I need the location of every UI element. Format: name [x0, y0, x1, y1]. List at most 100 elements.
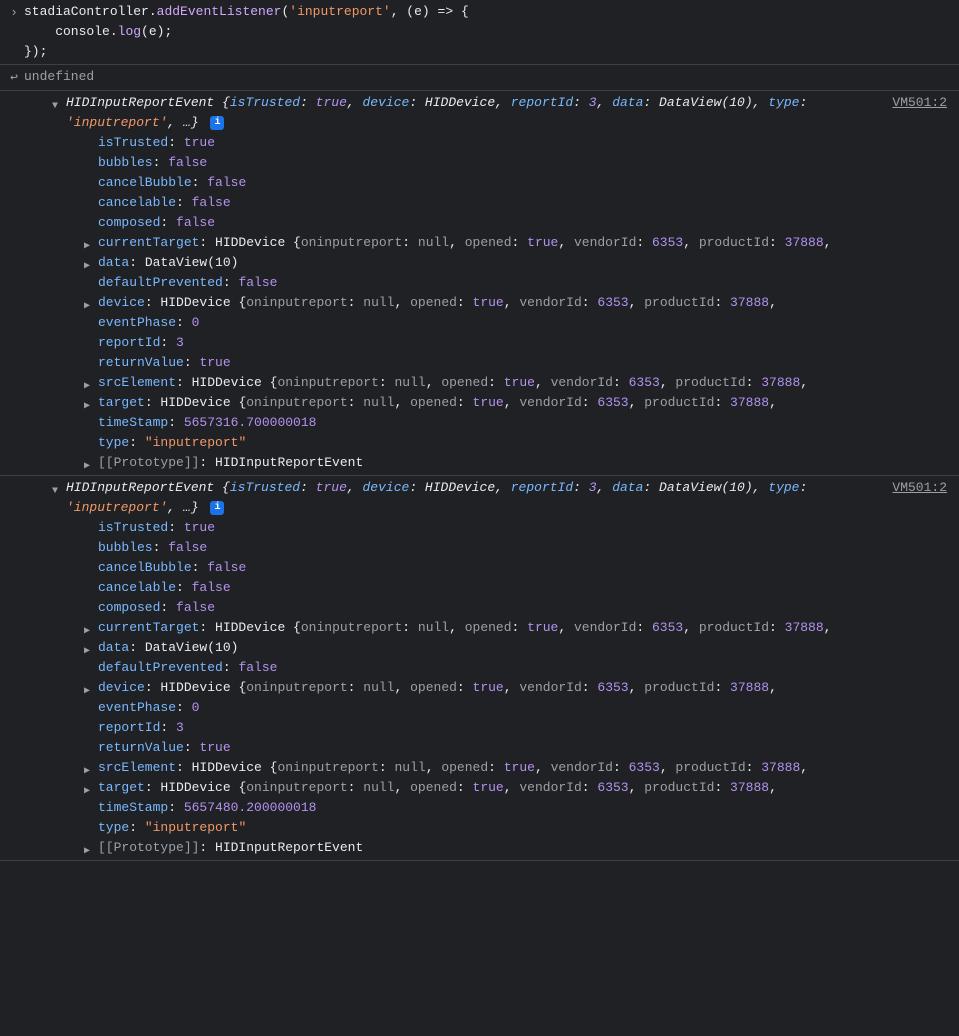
console-input-code[interactable]: stadiaController.addEventListener('input… [24, 2, 959, 62]
object-property: bubbles: false [84, 538, 955, 558]
object-property: bubbles: false [84, 153, 955, 173]
property-value: HIDDevice {oninputreport: null, opened: … [192, 760, 808, 775]
disclosure-triangle-right-icon[interactable]: ▶ [84, 682, 90, 698]
object-property[interactable]: ▶data: DataView(10) [84, 638, 955, 658]
object-property: type: "inputreport" [84, 433, 955, 453]
property-key: cancelBubble [98, 175, 192, 190]
object-property: returnValue: true [84, 738, 955, 758]
property-key: [[Prototype]] [98, 455, 199, 470]
property-key: defaultPrevented [98, 660, 223, 675]
object-property[interactable]: ▶device: HIDDevice {oninputreport: null,… [84, 293, 955, 313]
object-property: isTrusted: true [84, 133, 955, 153]
property-key: defaultPrevented [98, 275, 223, 290]
object-property: eventPhase: 0 [84, 698, 955, 718]
console-log-row: VM501:2 ▼ HIDInputReportEvent {isTrusted… [0, 476, 959, 861]
property-value: false [168, 155, 207, 170]
object-property: composed: false [84, 213, 955, 233]
property-value: false [176, 215, 215, 230]
disclosure-triangle-right-icon[interactable]: ▶ [84, 237, 90, 253]
property-key: type [98, 820, 129, 835]
disclosure-triangle-down-icon[interactable]: ▼ [52, 97, 58, 117]
result-value: undefined [24, 69, 94, 84]
property-value: false [168, 540, 207, 555]
object-property: cancelBubble: false [84, 173, 955, 193]
object-property: defaultPrevented: false [84, 273, 955, 293]
property-value: false [192, 580, 231, 595]
property-value: 3 [176, 720, 184, 735]
disclosure-triangle-right-icon[interactable]: ▶ [84, 297, 90, 313]
property-key: bubbles [98, 155, 153, 170]
property-value: false [238, 275, 277, 290]
property-key: cancelable [98, 195, 176, 210]
disclosure-triangle-down-icon[interactable]: ▼ [52, 482, 58, 502]
property-key: isTrusted [98, 520, 168, 535]
property-key: returnValue [98, 740, 184, 755]
disclosure-triangle-right-icon[interactable]: ▶ [84, 457, 90, 473]
property-value: 3 [176, 335, 184, 350]
object-summary[interactable]: ▼ HIDInputReportEvent {isTrusted: true, … [52, 93, 955, 133]
property-key: reportId [98, 720, 160, 735]
object-property: cancelBubble: false [84, 558, 955, 578]
object-property[interactable]: ▶srcElement: HIDDevice {oninputreport: n… [84, 758, 955, 778]
disclosure-triangle-right-icon[interactable]: ▶ [84, 782, 90, 798]
property-key: target [98, 395, 145, 410]
property-key: returnValue [98, 355, 184, 370]
property-value: DataView(10) [145, 640, 239, 655]
console-log-row: VM501:2 ▼ HIDInputReportEvent {isTrusted… [0, 91, 959, 476]
property-key: cancelable [98, 580, 176, 595]
object-property[interactable]: ▶[[Prototype]]: HIDInputReportEvent [84, 838, 955, 858]
property-value: 0 [192, 315, 200, 330]
property-key: target [98, 780, 145, 795]
property-value: HIDDevice {oninputreport: null, opened: … [215, 620, 831, 635]
property-key: srcElement [98, 375, 176, 390]
property-value: "inputreport" [145, 820, 246, 835]
object-property[interactable]: ▶data: DataView(10) [84, 253, 955, 273]
property-value: HIDDevice {oninputreport: null, opened: … [160, 680, 776, 695]
property-key: eventPhase [98, 315, 176, 330]
disclosure-triangle-right-icon[interactable]: ▶ [84, 377, 90, 393]
object-property[interactable]: ▶target: HIDDevice {oninputreport: null,… [84, 778, 955, 798]
disclosure-triangle-right-icon[interactable]: ▶ [84, 642, 90, 658]
property-value: false [207, 560, 246, 575]
property-key: srcElement [98, 760, 176, 775]
disclosure-triangle-right-icon[interactable]: ▶ [84, 842, 90, 858]
property-key: eventPhase [98, 700, 176, 715]
property-key: timeStamp [98, 800, 168, 815]
property-key: data [98, 640, 129, 655]
info-badge-icon[interactable]: i [210, 501, 224, 515]
info-badge-icon[interactable]: i [210, 116, 224, 130]
property-value: true [199, 355, 230, 370]
object-property: cancelable: false [84, 578, 955, 598]
disclosure-triangle-right-icon[interactable]: ▶ [84, 397, 90, 413]
object-summary[interactable]: ▼ HIDInputReportEvent {isTrusted: true, … [52, 478, 955, 518]
disclosure-triangle-right-icon[interactable]: ▶ [84, 257, 90, 273]
property-value: HIDDevice {oninputreport: null, opened: … [160, 780, 776, 795]
object-property: returnValue: true [84, 353, 955, 373]
object-property: eventPhase: 0 [84, 313, 955, 333]
property-value: false [192, 195, 231, 210]
console-input-row: › stadiaController.addEventListener('inp… [0, 0, 959, 65]
property-value: 5657316.700000018 [184, 415, 317, 430]
property-key: currentTarget [98, 620, 199, 635]
object-property[interactable]: ▶[[Prototype]]: HIDInputReportEvent [84, 453, 955, 473]
object-property[interactable]: ▶target: HIDDevice {oninputreport: null,… [84, 393, 955, 413]
input-prompt-icon: › [4, 2, 24, 23]
property-key: isTrusted [98, 135, 168, 150]
object-property: isTrusted: true [84, 518, 955, 538]
property-value: HIDInputReportEvent [215, 455, 363, 470]
object-property[interactable]: ▶currentTarget: HIDDevice {oninputreport… [84, 618, 955, 638]
object-property[interactable]: ▶srcElement: HIDDevice {oninputreport: n… [84, 373, 955, 393]
property-key: cancelBubble [98, 560, 192, 575]
property-value: false [176, 600, 215, 615]
property-value: false [207, 175, 246, 190]
object-property[interactable]: ▶currentTarget: HIDDevice {oninputreport… [84, 233, 955, 253]
property-key: device [98, 680, 145, 695]
property-value: 5657480.200000018 [184, 800, 317, 815]
object-property[interactable]: ▶device: HIDDevice {oninputreport: null,… [84, 678, 955, 698]
property-key: timeStamp [98, 415, 168, 430]
property-key: currentTarget [98, 235, 199, 250]
object-property: type: "inputreport" [84, 818, 955, 838]
disclosure-triangle-right-icon[interactable]: ▶ [84, 762, 90, 778]
disclosure-triangle-right-icon[interactable]: ▶ [84, 622, 90, 638]
object-property: timeStamp: 5657316.700000018 [84, 413, 955, 433]
